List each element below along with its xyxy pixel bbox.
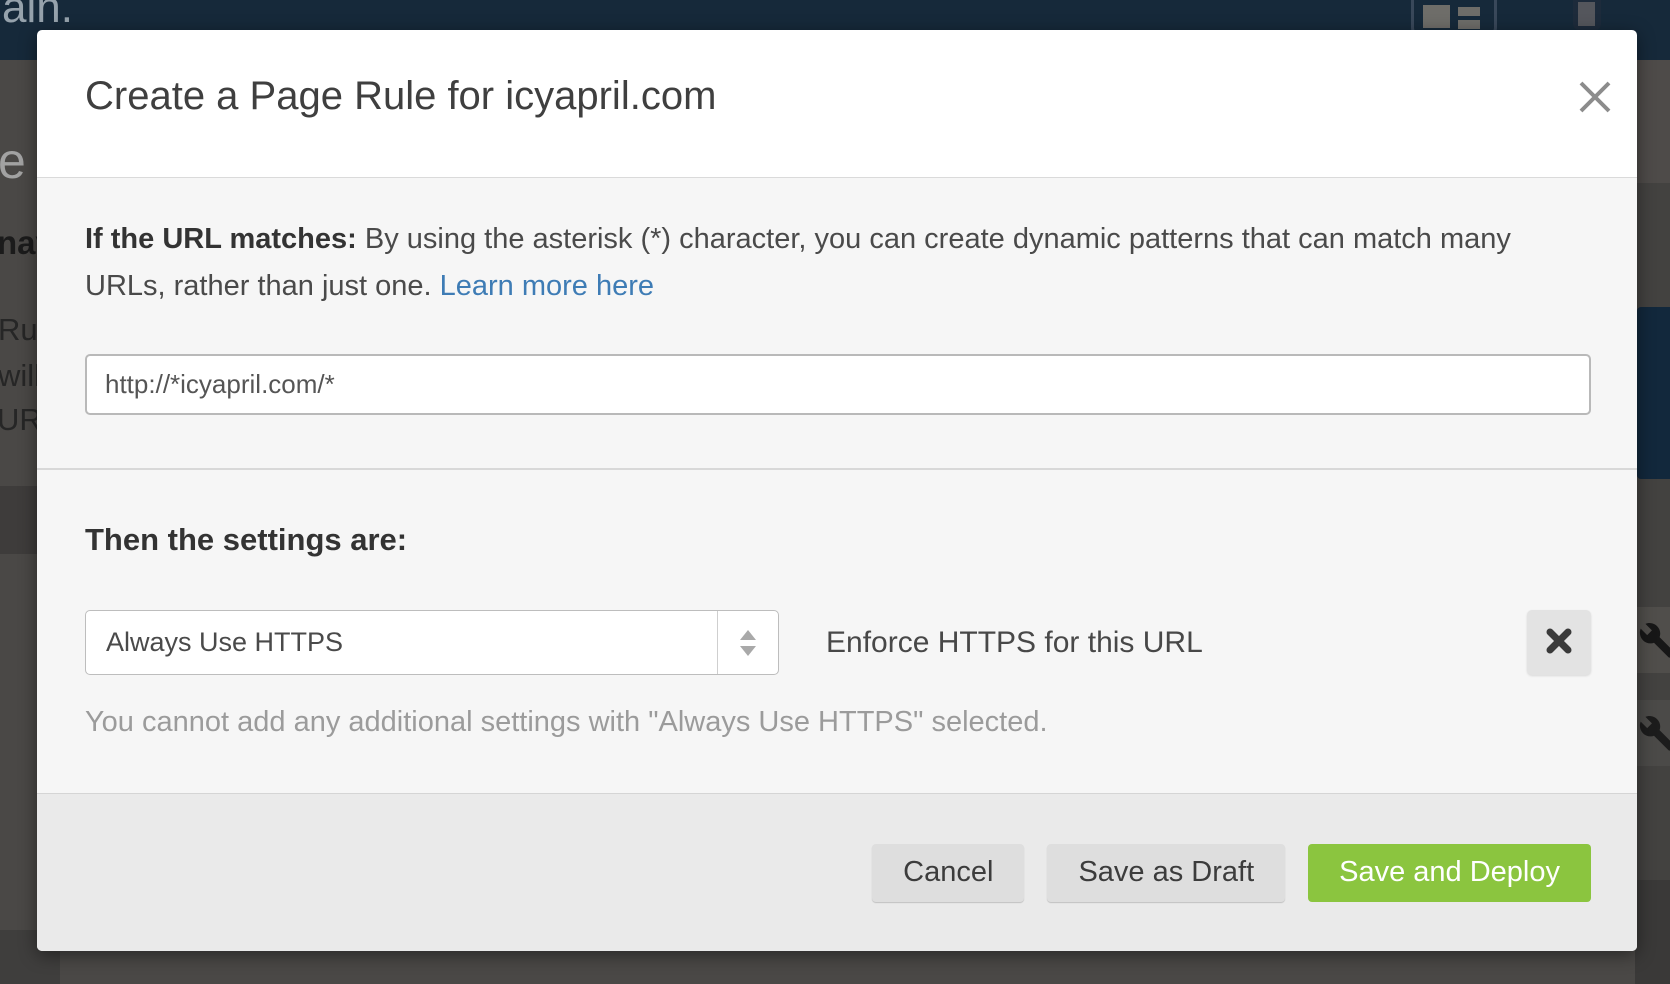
page-background: ain. e nav Ru will UR Cr xyxy=(0,0,1670,984)
bg-text-fragment: UR xyxy=(0,402,42,438)
close-icon xyxy=(1577,79,1613,115)
url-match-section: If the URL matches: By using the asteris… xyxy=(37,178,1637,470)
spinner-up-icon xyxy=(740,630,756,640)
bg-text-fragment: will xyxy=(0,358,41,394)
learn-more-link[interactable]: Learn more here xyxy=(440,270,654,302)
view-toggle-square xyxy=(1423,5,1450,28)
save-draft-button[interactable]: Save as Draft xyxy=(1047,844,1285,902)
view-toggle-bar xyxy=(1458,7,1480,16)
modal-title: Create a Page Rule for icyapril.com xyxy=(37,30,1637,119)
bg-text-fragment: Ru xyxy=(0,312,38,348)
setting-row: Always Use HTTPS Enforce HTTPS for this … xyxy=(85,610,1591,675)
close-button[interactable] xyxy=(1569,72,1621,124)
setting-description: Enforce HTTPS for this URL xyxy=(826,626,1203,660)
edit-rule-button-fragment xyxy=(1635,700,1670,766)
setting-select-value: Always Use HTTPS xyxy=(106,627,343,658)
modal-footer: Cancel Save as Draft Save and Deploy xyxy=(37,793,1637,951)
edit-rule-button-fragment xyxy=(1635,607,1670,673)
bg-text-fragment: e xyxy=(0,132,26,190)
background-light-band xyxy=(1635,60,1670,183)
spinner-down-icon xyxy=(740,646,756,656)
device-icon-screen xyxy=(1578,2,1595,26)
create-page-rule-modal: Create a Page Rule for icyapril.com If t… xyxy=(37,30,1637,951)
device-icon xyxy=(1573,0,1601,30)
settings-helper-text: You cannot add any additional settings w… xyxy=(85,706,1591,739)
background-dark-band xyxy=(1635,880,1670,984)
settings-section: Then the settings are: Always Use HTTPS … xyxy=(37,470,1637,739)
url-match-description: If the URL matches: By using the asteris… xyxy=(85,216,1570,310)
wrench-icon xyxy=(1638,714,1670,752)
background-right-edge xyxy=(1635,60,1670,984)
url-match-label: If the URL matches: xyxy=(85,223,357,255)
cancel-button[interactable]: Cancel xyxy=(872,844,1024,902)
select-spinner xyxy=(717,611,778,674)
modal-body: If the URL matches: By using the asteris… xyxy=(37,177,1637,793)
remove-icon xyxy=(1544,626,1574,656)
settings-heading: Then the settings are: xyxy=(85,522,1591,558)
background-blue-panel-fragment xyxy=(1637,307,1670,479)
url-pattern-input[interactable] xyxy=(85,354,1591,415)
save-deploy-button[interactable]: Save and Deploy xyxy=(1308,844,1591,902)
remove-setting-button[interactable] xyxy=(1527,610,1591,675)
view-toggle-bar xyxy=(1458,20,1480,29)
setting-select[interactable]: Always Use HTTPS xyxy=(85,610,779,675)
modal-title-bar: Create a Page Rule for icyapril.com xyxy=(37,30,1637,177)
background-heading-fragment: ain. xyxy=(2,0,73,33)
wrench-icon xyxy=(1638,621,1670,659)
